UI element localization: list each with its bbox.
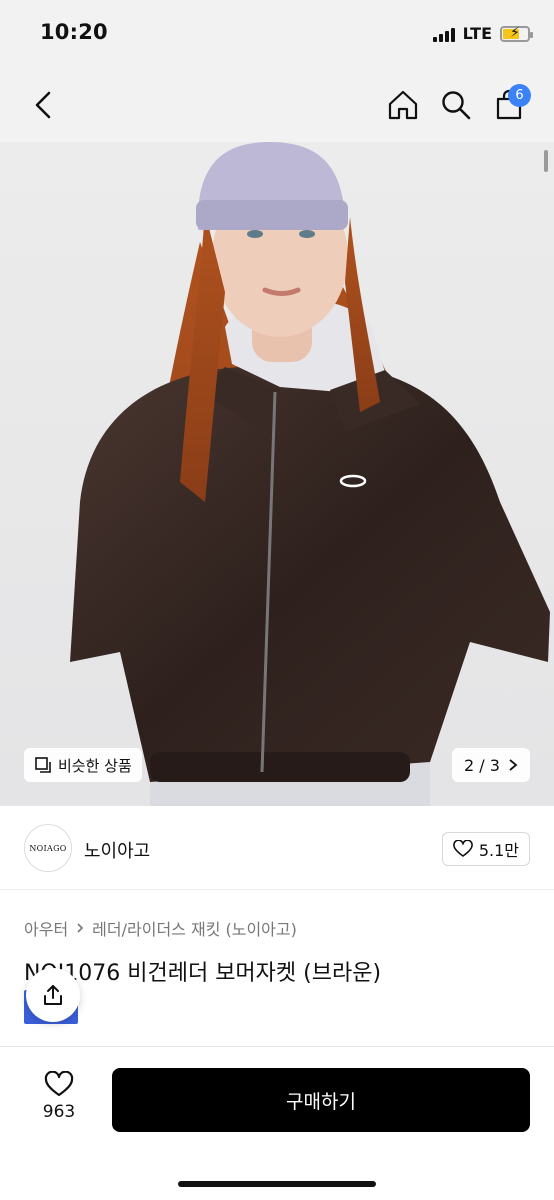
- share-icon: [44, 985, 62, 1005]
- bottom-action-bar: 963 구매하기: [0, 1046, 554, 1200]
- home-button[interactable]: [384, 86, 422, 124]
- chevron-left-icon: [35, 91, 51, 119]
- cart-count-badge: 6: [508, 84, 531, 107]
- similar-products-label: 비슷한 상품: [58, 756, 132, 775]
- home-icon: [388, 90, 418, 120]
- chevron-right-icon: [77, 923, 84, 933]
- image-pager[interactable]: 2 / 3: [452, 748, 530, 782]
- heart-icon: [44, 1071, 74, 1097]
- scrollbar-thumb[interactable]: [544, 150, 548, 172]
- wishlist-button[interactable]: 963: [36, 1071, 82, 1131]
- pager-text: 2 / 3: [464, 755, 500, 775]
- search-button[interactable]: [437, 86, 475, 124]
- network-label: LTE: [462, 24, 492, 43]
- buy-button[interactable]: 구매하기: [112, 1068, 530, 1132]
- share-button[interactable]: [26, 968, 80, 1022]
- product-title: NOI1076 비건레더 보머자켓 (브라운): [24, 961, 382, 986]
- brand-row: NOIAGO 노이아고 5.1만: [0, 806, 554, 890]
- breadcrumb-item[interactable]: 레더/라이더스 재킷 (노이아고): [92, 916, 297, 940]
- search-icon: [442, 91, 471, 120]
- brand-logo-text: NOIAGO: [29, 843, 67, 853]
- buy-button-label: 구매하기: [286, 1090, 356, 1113]
- similar-icon: [35, 757, 51, 773]
- similar-products-button[interactable]: 비슷한 상품: [24, 748, 142, 782]
- chevron-right-icon: [509, 759, 518, 771]
- home-indicator: [178, 1181, 376, 1187]
- status-indicators: LTE ⚡: [432, 24, 533, 43]
- brand-like-button[interactable]: 5.1만: [441, 832, 530, 866]
- wishlist-count: 963: [42, 1102, 76, 1122]
- product-detail-screen: 10:20 LTE ⚡ 6 비슷한 상품 2 / 3 NOIAGO 노이아고 5…: [0, 0, 554, 1200]
- status-time: 10:20: [40, 20, 108, 44]
- battery-icon: ⚡: [500, 25, 533, 42]
- signal-icon: [432, 26, 455, 42]
- heart-icon: [453, 840, 473, 857]
- product-photo: [70, 142, 550, 806]
- status-bar: 10:20 LTE ⚡: [0, 0, 554, 68]
- product-image[interactable]: [0, 142, 554, 806]
- brand-name[interactable]: 노이아고: [84, 837, 150, 863]
- breadcrumb: 아우터 레더/라이더스 재킷 (노이아고): [24, 916, 297, 940]
- breadcrumb-item[interactable]: 아우터: [24, 916, 68, 940]
- brand-like-count: 5.1만: [478, 841, 519, 860]
- nav-header: [0, 68, 554, 142]
- brand-logo[interactable]: NOIAGO: [24, 824, 72, 872]
- back-button[interactable]: [28, 88, 58, 122]
